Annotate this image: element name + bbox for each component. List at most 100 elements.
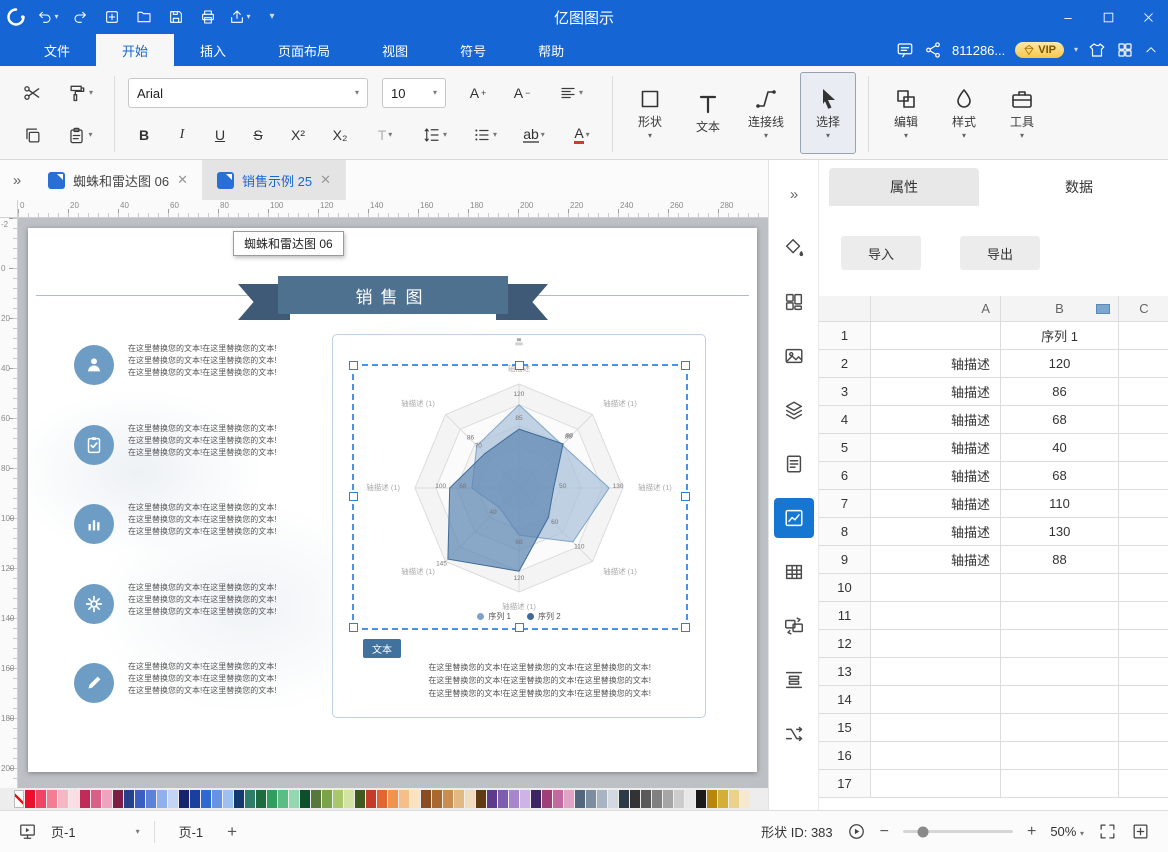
open-file-button[interactable] [130, 4, 158, 30]
presentation-play-icon[interactable] [847, 822, 866, 841]
fill-style-button[interactable] [774, 228, 814, 268]
page-tab[interactable]: 页-1 [169, 822, 214, 841]
cell-c11[interactable] [1119, 602, 1168, 630]
tool-形状[interactable]: 形状▾ [622, 72, 678, 154]
color-swatch[interactable] [630, 790, 640, 808]
cell-c3[interactable] [1119, 378, 1168, 406]
color-swatch[interactable] [685, 790, 695, 808]
cell-a15[interactable] [871, 714, 1001, 742]
zoom-level[interactable]: 50% ▾ [1050, 824, 1084, 839]
cell-b16[interactable] [1001, 742, 1119, 770]
tool-工具[interactable]: 工具▾ [994, 72, 1050, 154]
minimize-button[interactable]: – [1048, 0, 1088, 34]
tool-选择[interactable]: 选择▾ [800, 72, 856, 154]
tool-文本[interactable]: 文本 [680, 72, 736, 154]
document-tab[interactable]: 蜘蛛和雷达图 06✕ [34, 160, 203, 200]
color-swatch[interactable] [168, 790, 178, 808]
tool-连接线[interactable]: 连接线▾ [738, 72, 794, 154]
tab-data[interactable]: 数据 [1004, 168, 1154, 206]
cell-b2[interactable]: 120 [1001, 350, 1119, 378]
placeholder-text[interactable]: 在这里替换您的文本!在这里替换您的文本!在这里替换您的文本!在这里替换您的文本!… [128, 502, 340, 538]
color-swatch[interactable] [124, 790, 134, 808]
cell-c2[interactable] [1119, 350, 1168, 378]
cell-a7[interactable]: 轴描述 [871, 490, 1001, 518]
font-family-select[interactable]: Arial▾ [128, 78, 368, 108]
placeholder-text[interactable]: 在这里替换您的文本!在这里替换您的文本!在这里替换您的文本!在这里替换您的文本!… [128, 423, 340, 459]
color-swatch[interactable] [179, 790, 189, 808]
selection-handle[interactable] [681, 623, 690, 632]
color-swatch[interactable] [707, 790, 717, 808]
color-swatch[interactable] [190, 790, 200, 808]
color-swatch[interactable] [135, 790, 145, 808]
cell-c9[interactable] [1119, 546, 1168, 574]
document-tab[interactable]: 销售示例 25✕ [203, 160, 346, 200]
color-swatch[interactable] [267, 790, 277, 808]
color-swatch[interactable] [223, 790, 233, 808]
color-swatch[interactable] [289, 790, 299, 808]
connection-button[interactable] [774, 714, 814, 754]
color-swatch[interactable] [36, 790, 46, 808]
placeholder-text[interactable]: 在这里替换您的文本!在这里替换您的文本!在这里替换您的文本!在这里替换您的文本!… [128, 582, 340, 618]
zoom-slider[interactable] [903, 830, 1013, 833]
cell-a17[interactable] [871, 770, 1001, 798]
cell-c8[interactable] [1119, 518, 1168, 546]
cut-button[interactable] [14, 76, 50, 110]
cell-c6[interactable] [1119, 462, 1168, 490]
color-swatch[interactable] [146, 790, 156, 808]
selection-handle[interactable] [349, 361, 358, 370]
column-header-B[interactable]: B [1001, 296, 1119, 322]
maximize-button[interactable] [1088, 0, 1128, 34]
text-block-tag[interactable]: 文本 [363, 639, 401, 658]
bold-button[interactable]: B [128, 120, 160, 150]
color-swatch[interactable] [355, 790, 365, 808]
color-swatch[interactable] [575, 790, 585, 808]
color-swatch[interactable] [531, 790, 541, 808]
color-swatch[interactable] [564, 790, 574, 808]
color-swatch[interactable] [586, 790, 596, 808]
quickbar-more-button[interactable]: ▾ [258, 4, 286, 30]
info-icon-circle[interactable] [74, 504, 114, 544]
selection-rectangle[interactable] [352, 364, 688, 630]
decrease-font-button[interactable]: A− [504, 78, 540, 108]
info-icon-circle[interactable] [74, 425, 114, 465]
menu-tab-插入[interactable]: 插入 [174, 34, 252, 66]
cell-c12[interactable] [1119, 630, 1168, 658]
cell-c10[interactable] [1119, 574, 1168, 602]
print-button[interactable] [194, 4, 222, 30]
cell-a9[interactable]: 轴描述 [871, 546, 1001, 574]
cell-a2[interactable]: 轴描述 [871, 350, 1001, 378]
cell-c1[interactable] [1119, 322, 1168, 350]
color-swatch[interactable] [333, 790, 343, 808]
cell-c16[interactable] [1119, 742, 1168, 770]
color-swatch[interactable] [157, 790, 167, 808]
color-swatch[interactable] [465, 790, 475, 808]
color-swatch[interactable] [641, 790, 651, 808]
cell-a1[interactable] [871, 322, 1001, 350]
cell-a6[interactable]: 轴描述 [871, 462, 1001, 490]
color-swatch[interactable] [91, 790, 101, 808]
account-caret-icon[interactable]: ▾ [1074, 46, 1078, 54]
cell-b15[interactable] [1001, 714, 1119, 742]
image-button[interactable] [774, 336, 814, 376]
replace-image-button[interactable] [774, 606, 814, 646]
color-swatch[interactable] [399, 790, 409, 808]
theme-skin-icon[interactable] [1088, 41, 1106, 59]
menu-tab-帮助[interactable]: 帮助 [512, 34, 590, 66]
tool-样式[interactable]: 样式▾ [936, 72, 992, 154]
cell-b1[interactable]: 序列 1 [1001, 322, 1119, 350]
color-swatch[interactable] [432, 790, 442, 808]
color-swatch[interactable] [454, 790, 464, 808]
format-painter-button[interactable]: ▾ [60, 76, 100, 110]
cell-c5[interactable] [1119, 434, 1168, 462]
color-swatch[interactable] [102, 790, 112, 808]
menu-tab-页面布局[interactable]: 页面布局 [252, 34, 356, 66]
slideshow-icon[interactable] [18, 822, 37, 841]
color-swatch[interactable] [487, 790, 497, 808]
color-swatch[interactable] [476, 790, 486, 808]
cell-a13[interactable] [871, 658, 1001, 686]
cell-b12[interactable] [1001, 630, 1119, 658]
export-button[interactable]: ▾ [226, 4, 254, 30]
cell-b13[interactable] [1001, 658, 1119, 686]
cell-b9[interactable]: 88 [1001, 546, 1119, 574]
page-title-banner[interactable]: 销售图 [278, 276, 508, 314]
